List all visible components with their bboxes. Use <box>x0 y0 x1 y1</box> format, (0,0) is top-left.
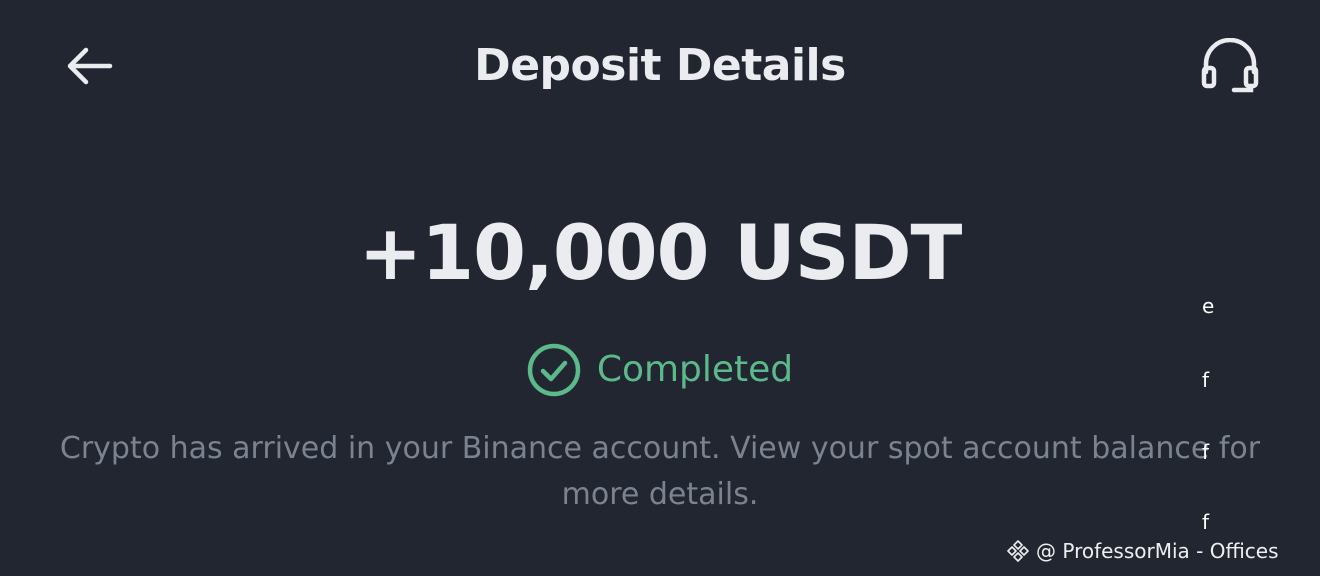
headset-icon <box>1201 37 1259 93</box>
header-bar: Deposit Details <box>0 0 1320 132</box>
deposit-description: Crypto has arrived in your Binance accou… <box>59 431 1261 512</box>
page-title: Deposit Details <box>474 40 846 91</box>
overlay-letter: f <box>1202 440 1210 464</box>
watermark-text: @ ProfessorMia - Offices <box>1036 539 1279 563</box>
overlay-letter: f <box>1202 510 1210 534</box>
status-row: Completed <box>0 340 1320 400</box>
watermark: @ ProfessorMia - Offices <box>1006 534 1279 568</box>
check-circle-icon <box>527 343 581 397</box>
support-button[interactable] <box>1198 37 1262 96</box>
deposit-amount: +10,000 USDT <box>358 208 963 297</box>
overlay-letter: f <box>1202 368 1210 392</box>
binance-logo-icon <box>1007 540 1029 562</box>
status-label: Completed <box>596 349 794 390</box>
overlay-letter: e <box>1202 294 1215 318</box>
